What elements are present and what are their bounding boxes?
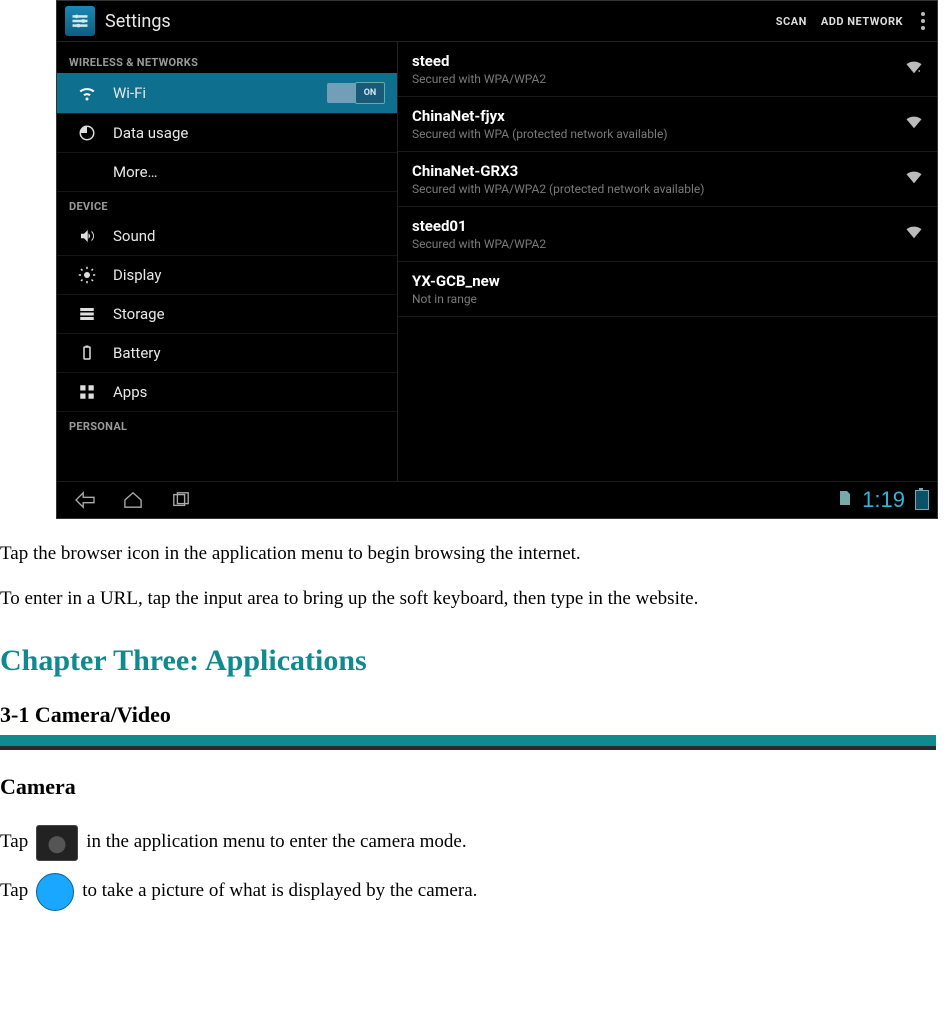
network-security: Secured with WPA/WPA2 (412, 72, 905, 86)
home-button[interactable] (113, 488, 153, 512)
wifi-network-row[interactable]: ChinaNet-GRX3 Secured with WPA/WPA2 (pro… (398, 152, 937, 207)
sidebar-item-sound[interactable]: Sound (57, 217, 397, 256)
network-security: Secured with WPA (protected network avai… (412, 127, 905, 141)
sidebar-item-label: Display (113, 266, 161, 284)
shutter-button-icon (36, 873, 74, 911)
battery-status-icon (915, 490, 929, 510)
sound-icon (77, 227, 97, 245)
wifi-signal-icon (905, 115, 923, 134)
network-security: Not in range (412, 292, 923, 306)
scan-button[interactable]: SCAN (776, 15, 807, 28)
app-title: Settings (105, 11, 171, 32)
network-name: ChinaNet-GRX3 (412, 162, 905, 180)
network-name: steed (412, 52, 905, 70)
wifi-network-list: steed Secured with WPA/WPA2 ChinaNet-fjy… (398, 42, 937, 481)
sidebar-item-apps[interactable]: Apps (57, 373, 397, 412)
wifi-network-row[interactable]: ChinaNet-fjyx Secured with WPA (protecte… (398, 97, 937, 152)
android-settings-screenshot: Settings SCAN ADD NETWORK WIRELESS & NET… (56, 0, 938, 519)
sidebar-item-more[interactable]: More… (57, 153, 397, 192)
data-usage-icon (77, 124, 97, 142)
wifi-toggle-state: ON (355, 82, 385, 104)
wifi-network-row[interactable]: steed01 Secured with WPA/WPA2 (398, 207, 937, 262)
sidebar-item-storage[interactable]: Storage (57, 295, 397, 334)
subsection-heading: Camera (0, 772, 936, 803)
network-name: ChinaNet-fjyx (412, 107, 905, 125)
wifi-signal-icon (905, 225, 923, 244)
recents-button[interactable] (161, 488, 201, 512)
section-device-label: DEVICE (57, 192, 397, 217)
wifi-signal-icon (905, 170, 923, 189)
wifi-network-row[interactable]: YX-GCB_new Not in range (398, 262, 937, 317)
instruction-line-shutter: Tap to take a picture of what is display… (0, 873, 936, 911)
document-body: Tap the browser icon in the application … (0, 519, 948, 963)
sidebar-item-label: Battery (113, 344, 161, 362)
sidebar-item-data-usage[interactable]: Data usage (57, 114, 397, 153)
add-network-button[interactable]: ADD NETWORK (821, 15, 903, 28)
display-icon (77, 266, 97, 284)
sidebar-item-display[interactable]: Display (57, 256, 397, 295)
back-button[interactable] (65, 488, 105, 512)
sidebar-item-label: Wi-Fi (113, 84, 146, 102)
paragraph: Tap the browser icon in the application … (0, 541, 936, 568)
sidebar-item-label: Storage (113, 305, 165, 323)
text-post: in the application menu to enter the cam… (86, 829, 466, 856)
action-bar: Settings SCAN ADD NETWORK (57, 1, 937, 42)
settings-app-icon (65, 6, 95, 36)
network-security: Secured with WPA/WPA2 (protected network… (412, 182, 905, 196)
sidebar-item-battery[interactable]: Battery (57, 334, 397, 373)
sidebar-item-wifi[interactable]: Wi-Fi ON (57, 73, 397, 114)
sidebar-item-label: More… (113, 163, 158, 181)
camera-app-icon (36, 825, 78, 861)
apps-icon (77, 383, 97, 401)
text-post: to take a picture of what is displayed b… (82, 878, 477, 905)
wifi-network-row[interactable]: steed Secured with WPA/WPA2 (398, 42, 937, 97)
battery-icon (77, 344, 97, 362)
sdcard-status-icon (838, 489, 852, 511)
section-personal-label: PERSONAL (57, 412, 397, 437)
wifi-signal-icon (905, 60, 923, 79)
instruction-line-camera: Tap in the application menu to enter the… (0, 825, 936, 861)
section-heading: 3-1 Camera/Video (0, 700, 936, 731)
sidebar-item-label: Sound (113, 227, 155, 245)
settings-sidebar: WIRELESS & NETWORKS Wi-Fi ON Data usage … (57, 42, 398, 481)
paragraph: To enter in a URL, tap the input area to… (0, 586, 936, 613)
text-pre: Tap (0, 878, 28, 905)
text-pre: Tap (0, 829, 28, 856)
overflow-menu-icon[interactable] (917, 8, 929, 34)
chapter-heading: Chapter Three: Applications (0, 640, 936, 682)
section-divider (0, 735, 936, 750)
network-name: YX-GCB_new (412, 272, 923, 290)
wifi-icon (77, 84, 97, 102)
wifi-toggle[interactable]: ON (327, 83, 385, 103)
storage-icon (77, 305, 97, 323)
network-security: Secured with WPA/WPA2 (412, 237, 905, 251)
sidebar-item-label: Apps (113, 383, 147, 401)
section-wireless-label: WIRELESS & NETWORKS (57, 48, 397, 73)
system-nav-bar: 1:19 (57, 481, 937, 518)
network-name: steed01 (412, 217, 905, 235)
sidebar-item-label: Data usage (113, 124, 188, 142)
status-clock: 1:19 (862, 487, 905, 513)
